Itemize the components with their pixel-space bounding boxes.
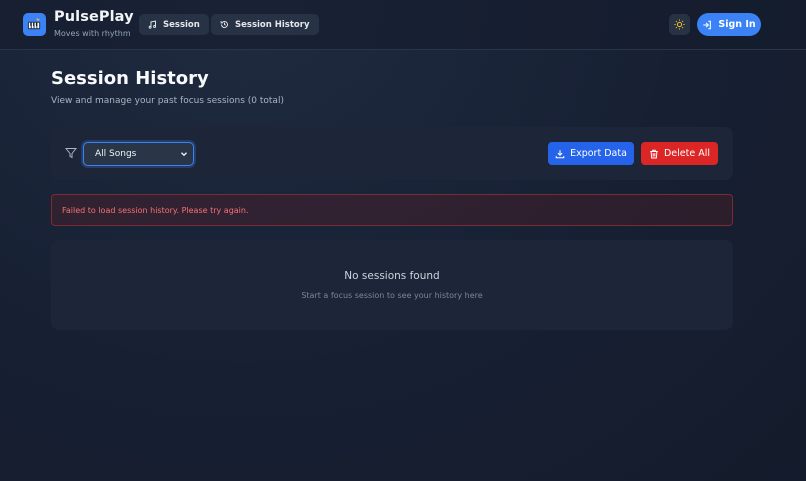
brand-name: PulsePlay	[54, 9, 134, 25]
chevron-down-icon	[181, 152, 187, 157]
music-note-icon	[148, 20, 157, 29]
empty-state-hint: Start a focus session to see your histor…	[301, 291, 483, 300]
app-logo[interactable]	[23, 13, 46, 36]
filter-icon	[65, 148, 77, 159]
export-data-button[interactable]: Export Data	[548, 142, 634, 165]
error-message: Failed to load session history. Please t…	[62, 205, 249, 215]
page-subtitle: View and manage your past focus sessions…	[51, 96, 284, 106]
nav-history-label: Session History	[235, 19, 310, 30]
download-icon	[555, 149, 565, 158]
top-header: PulsePlay Moves with rhythm Session Sess…	[0, 0, 806, 50]
sign-in-label: Sign In	[718, 19, 756, 30]
error-alert: Failed to load session history. Please t…	[51, 194, 733, 226]
empty-state-title: No sessions found	[344, 270, 440, 282]
piano-icon	[27, 17, 41, 30]
song-filter-value: All Songs	[95, 149, 137, 159]
sign-in-button[interactable]: Sign In	[697, 13, 761, 36]
brand-tagline: Moves with rhythm	[54, 29, 131, 38]
nav-session-button[interactable]: Session	[139, 14, 209, 35]
sun-icon	[674, 19, 685, 30]
song-filter-select[interactable]: All Songs	[83, 142, 194, 166]
sign-in-icon	[703, 20, 712, 29]
delete-all-label: Delete All	[663, 148, 710, 159]
delete-all-button[interactable]: Delete All	[641, 142, 718, 165]
nav-history-button[interactable]: Session History	[211, 14, 319, 35]
filter-bar: All Songs Export Data Delete All	[51, 127, 733, 180]
export-data-label: Export Data	[570, 148, 627, 159]
trash-icon	[650, 149, 658, 158]
nav-session-label: Session	[163, 19, 200, 30]
history-icon	[220, 21, 228, 28]
empty-state: No sessions found Start a focus session …	[51, 240, 733, 330]
page-title: Session History	[51, 68, 209, 89]
theme-toggle-button[interactable]	[669, 14, 690, 35]
